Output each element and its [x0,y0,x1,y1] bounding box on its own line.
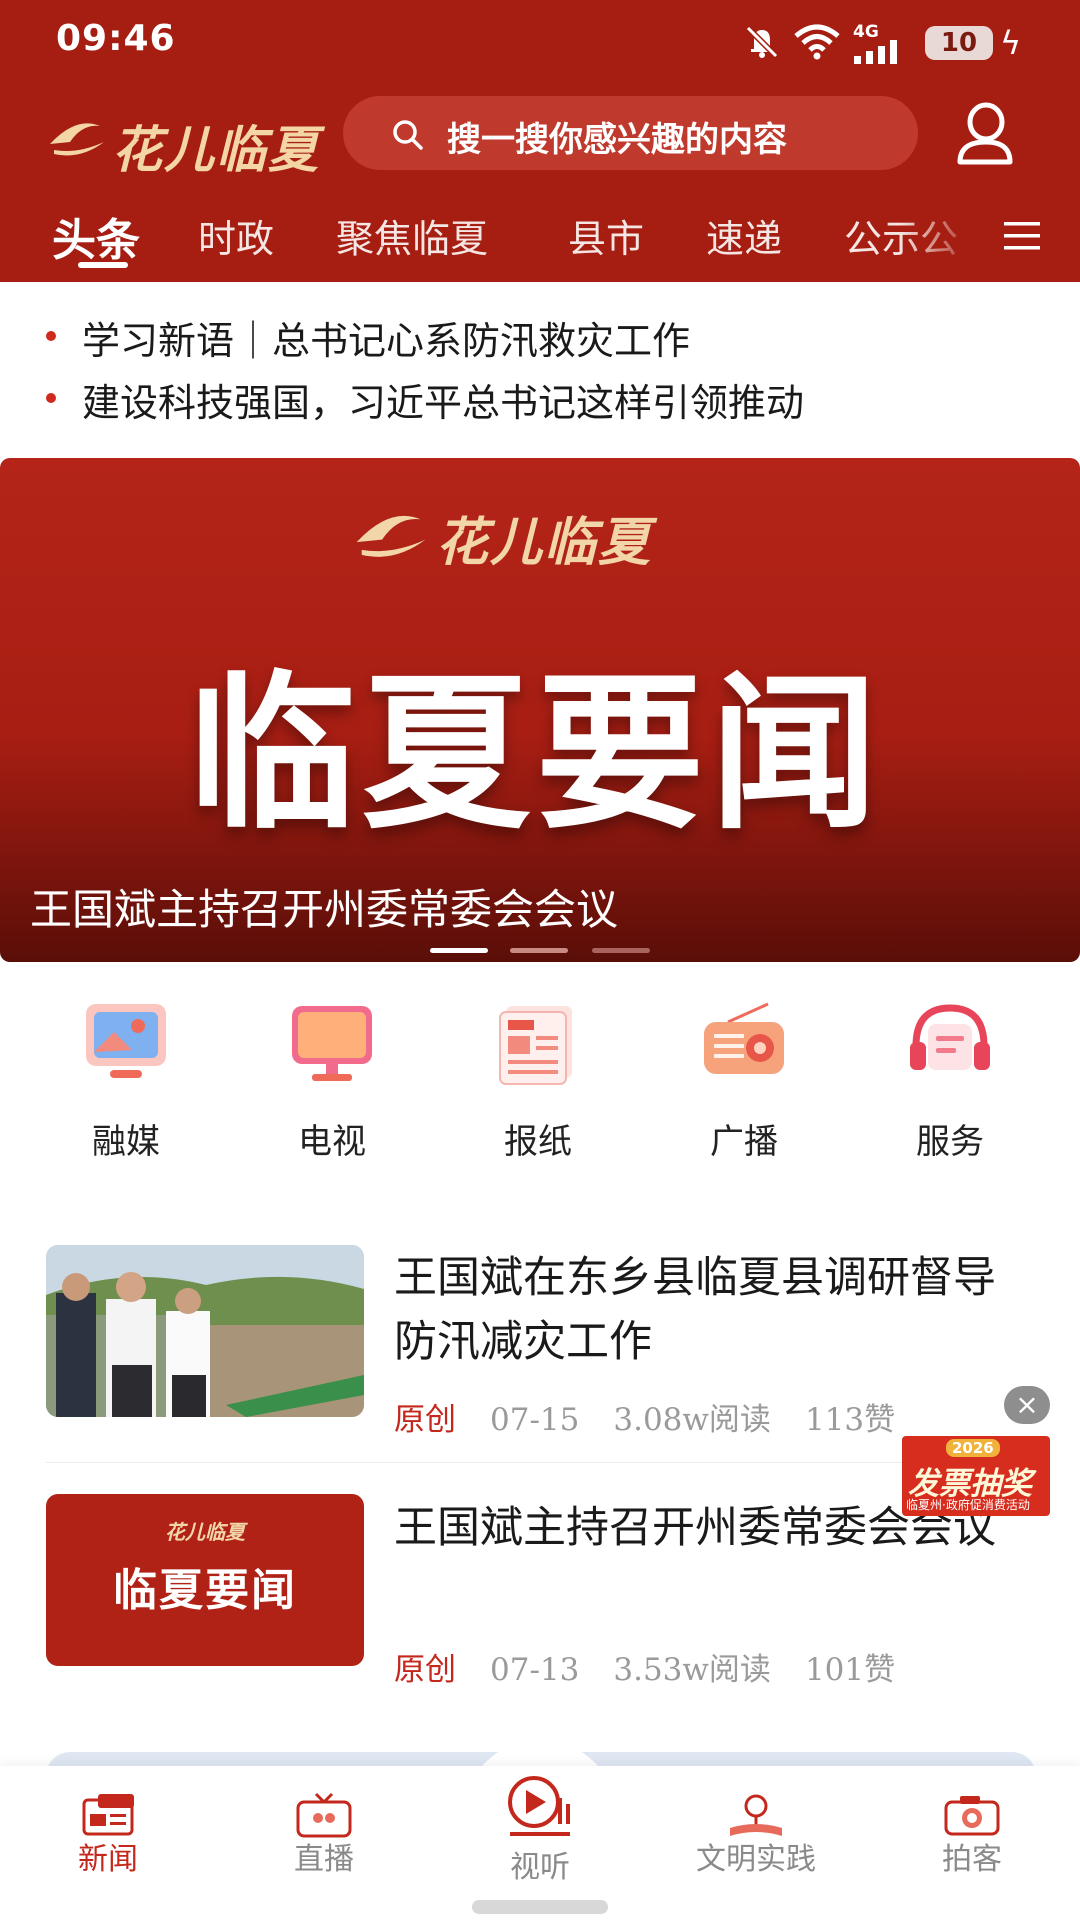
mute-icon [745,25,779,59]
photo-officials-flood [46,1245,364,1417]
home-indicator [472,1900,608,1914]
news-thumbnail-photo [46,1245,364,1417]
nav-label: 新闻 [78,1842,138,1877]
nav-news[interactable]: 新闻 [8,1766,208,1920]
logo-mark-icon [50,123,104,156]
carousel-dot [592,948,650,953]
news-date: 07-13 [490,1652,580,1688]
close-ad-button[interactable]: × [1004,1386,1050,1424]
camera-icon [944,1796,1000,1836]
signal-icon [854,40,897,64]
civilization-icon [730,1794,782,1836]
news-meta: 原创 07-15 3.08w阅读 113赞 [394,1394,895,1439]
charging-icon: ϟ [1000,24,1022,62]
headline-text: 学习新语｜总书记心系防汛救灾工作 [82,319,691,363]
user-profile-icon[interactable] [950,98,1020,168]
search-bar[interactable]: 搜一搜你感兴趣的内容 [343,96,918,170]
service-label: 电视 [298,1122,366,1162]
status-bar: 09:46 4G 10 ϟ [0,0,1080,86]
app-logo: 花儿临夏 [46,100,326,179]
tab-express[interactable]: 速递 [706,208,782,263]
tab-politics[interactable]: 时政 [198,208,274,263]
tab-fade [900,198,980,278]
nav-civilization[interactable]: 文明实践 [656,1766,856,1920]
banner-logo-text: 花儿临夏 [436,512,653,573]
news-likes: 101赞 [804,1652,896,1688]
app-header: 09:46 4G 10 ϟ 花儿临夏 搜一搜你感兴趣的内容 头条 时政 聚焦临夏… [0,0,1080,282]
search-icon [393,120,423,150]
service-tv[interactable]: 电视 [252,1000,412,1162]
news-title: 王国斌在东乡县临夏县调研督导防汛减灾工作 [394,1253,996,1367]
banner-title: 临夏要闻 [188,656,884,852]
original-tag: 原创 [394,1652,456,1688]
service-label: 报纸 [504,1122,572,1162]
tab-counties[interactable]: 县市 [568,208,644,263]
nav-photo[interactable]: 拍客 [872,1766,1072,1920]
thumb-title: 临夏要闻 [113,1565,297,1616]
battery-icon: 10 [925,26,993,60]
news-reads: 3.53w阅读 [613,1652,771,1688]
logo-text: 花儿临夏 [112,120,320,179]
service-media[interactable]: 融媒 [46,1000,206,1162]
bullet-dot [46,393,56,403]
carousel-dot-active [430,948,488,953]
nav-label: 拍客 [942,1842,1002,1877]
nav-label: 直播 [294,1842,354,1877]
news-likes: 113赞 [804,1402,896,1438]
search-placeholder: 搜一搜你感兴趣的内容 [447,120,787,160]
lottery-year: 2026 [946,1439,1000,1457]
media-icon [86,1004,166,1078]
category-tabs: 头条 时政 聚焦临夏 县市 速递 公示公 [0,198,1080,278]
original-tag: 原创 [394,1402,456,1438]
news-date: 07-15 [490,1402,580,1438]
play-icon [508,1776,570,1836]
nav-label: 文明实践 [696,1842,816,1877]
service-radio[interactable]: 广播 [664,1000,824,1162]
service-label: 融媒 [92,1122,160,1162]
wifi-icon [794,24,840,60]
battery-level: 10 [940,28,978,58]
news-thumbnail: 花儿临夏 临夏要闻 [46,1494,364,1666]
news-icon [82,1794,134,1836]
tab-focus-linxia[interactable]: 聚焦临夏 [336,208,488,263]
tab-headlines[interactable]: 头条 [52,204,140,268]
nav-label: 视听 [510,1850,570,1885]
radio-icon [704,1002,784,1074]
service-services[interactable]: 服务 [870,1000,1030,1162]
lottery-ad[interactable]: 2026 发票抽奖 临夏州·政府促消费活动 [902,1436,1050,1516]
nav-live[interactable]: 直播 [224,1766,424,1920]
divider [46,1462,1036,1463]
service-label: 服务 [916,1122,984,1162]
live-tv-icon [296,1792,352,1838]
thumb-logo-text: 花儿临夏 [165,1520,245,1544]
carousel-dot [510,948,568,953]
news-reads: 3.08w阅读 [613,1402,771,1438]
headset-icon [910,1004,990,1070]
news-meta: 原创 07-13 3.53w阅读 101赞 [394,1644,895,1689]
banner-carousel[interactable]: 花儿临夏 临夏要闻 王国斌主持召开州委常委会会议 [0,458,1080,962]
network-type: 4G [853,22,879,42]
tv-icon [292,1006,372,1081]
status-time: 09:46 [56,18,176,59]
lottery-subtitle: 临夏州·政府促消费活动 [906,1498,1030,1512]
service-newspaper[interactable]: 报纸 [458,1000,618,1162]
newspaper-icon [499,1006,572,1085]
active-tab-indicator [78,262,128,268]
bottom-nav: 新闻 直播 视听 文明实践 拍客 [0,1766,1080,1920]
menu-icon[interactable] [1002,218,1042,254]
bullet-dot [46,331,56,341]
nav-audio-video[interactable]: 视听 [440,1766,640,1920]
banner-caption: 王国斌主持召开州委常委会会议 [30,885,619,934]
headline-text: 建设科技强国，习近平总书记这样引领推动 [82,381,805,425]
service-label: 广播 [710,1122,778,1162]
banner-logo-mark-icon [356,515,426,557]
